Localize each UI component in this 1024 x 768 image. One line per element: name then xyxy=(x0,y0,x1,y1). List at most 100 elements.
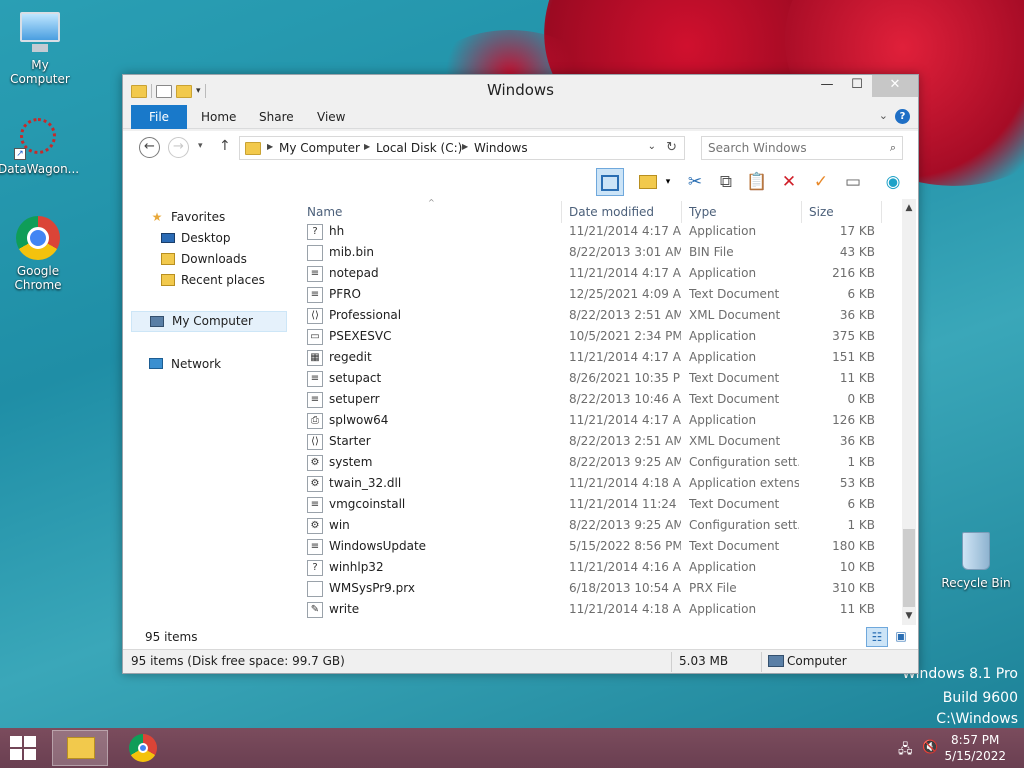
file-row[interactable]: ▦ regedit 11/21/2014 4:17 AM Application 151… xyxy=(303,347,883,368)
cut-button[interactable]: ✂ xyxy=(681,168,709,196)
tab-file[interactable]: File xyxy=(131,105,187,129)
folder-check-icon xyxy=(639,175,657,189)
search-input[interactable] xyxy=(708,140,878,156)
copy-button[interactable]: ⧉ xyxy=(712,168,740,196)
details-view-icon: ☷ xyxy=(871,630,883,644)
file-row[interactable]: ⚙ system 8/22/2013 9:25 AM Configuration se… xyxy=(303,452,883,473)
apply-button[interactable]: ✓ xyxy=(807,168,835,196)
folder-options-button[interactable] xyxy=(634,168,662,196)
search-icon[interactable]: ⌕ xyxy=(890,141,896,155)
file-date-modified: 8/22/2013 9:25 AM xyxy=(569,518,681,532)
taskbar-google-chrome[interactable] xyxy=(115,730,171,766)
scroll-down-arrow-icon[interactable]: ▼ xyxy=(902,609,916,623)
file-row[interactable]: ? hh 11/21/2014 4:17 AM Application 17 KB xyxy=(303,221,883,242)
file-size: 126 KB xyxy=(832,413,875,427)
file-row[interactable]: ⎙ splwow64 11/21/2014 4:17 AM Application 12… xyxy=(303,410,883,431)
breadcrumb-separator-icon[interactable]: ▶ xyxy=(267,142,273,151)
column-header-type[interactable]: Type xyxy=(689,201,717,223)
breadcrumb-windows[interactable]: Windows xyxy=(474,141,528,155)
close-button[interactable]: ✕ xyxy=(872,75,918,97)
nav-network[interactable]: Network xyxy=(123,354,289,375)
column-header-size[interactable]: Size xyxy=(809,201,834,223)
file-row[interactable]: ≡ notepad 11/21/2014 4:17 AM Application 216… xyxy=(303,263,883,284)
file-row[interactable]: ▭ PSEXESVC 10/5/2021 2:34 PM Application 375… xyxy=(303,326,883,347)
recent-locations-chevron-icon[interactable]: ▾ xyxy=(198,141,203,151)
paste-button[interactable]: 📋 xyxy=(743,168,771,196)
file-row[interactable]: ⚙ win 8/22/2013 9:25 AM Configuration sett.… xyxy=(303,515,883,536)
file-row[interactable]: ⟨⟩ Starter 8/22/2013 2:51 AM XML Document 36… xyxy=(303,431,883,452)
scroll-up-arrow-icon[interactable]: ▲ xyxy=(902,201,916,215)
large-icons-view-icon: ▣ xyxy=(895,629,907,643)
vertical-scrollbar[interactable]: ▲ ▼ xyxy=(902,199,916,625)
taskbar-file-explorer[interactable] xyxy=(52,730,108,766)
globe-button[interactable]: ◉ xyxy=(879,168,907,196)
nav-recent-places[interactable]: Recent places xyxy=(123,270,289,291)
file-row[interactable]: ≡ setuperr 8/22/2013 10:46 AM Text Document… xyxy=(303,389,883,410)
minimize-button[interactable]: — xyxy=(812,75,842,97)
start-button[interactable] xyxy=(10,736,36,760)
file-date-modified: 11/21/2014 4:16 AM xyxy=(569,560,681,574)
nav-desktop[interactable]: Desktop xyxy=(123,228,289,249)
desktop-icon-my-computer[interactable]: My Computer xyxy=(0,8,80,86)
file-size: 36 KB xyxy=(839,434,875,448)
file-date-modified: 8/22/2013 3:01 AM xyxy=(569,245,681,259)
help-icon[interactable]: ? xyxy=(895,109,910,124)
file-row[interactable]: ⚙ twain_32.dll 11/21/2014 4:18 AM Applicati… xyxy=(303,473,883,494)
nav-favorites[interactable]: ★ Favorites xyxy=(123,207,289,228)
volume-muted-icon[interactable]: 🔇 xyxy=(922,740,938,755)
clipboard-icon: 📋 xyxy=(746,172,768,192)
windows-logo-icon xyxy=(10,736,22,747)
title-bar[interactable]: ▾ Windows — ☐ ✕ xyxy=(123,75,918,105)
file-row[interactable]: ≡ vmgcoinstall 11/21/2014 11:24 ... Text Do… xyxy=(303,494,883,515)
folder-options-chevron-icon[interactable]: ▾ xyxy=(661,168,675,196)
forward-button[interactable]: → xyxy=(168,137,189,158)
desktop-icon-datawagon[interactable]: ↗ DataWagon... xyxy=(0,112,79,176)
maximize-button[interactable]: ☐ xyxy=(842,75,872,97)
help-app-icon: ? xyxy=(307,224,323,240)
file-explorer-icon xyxy=(67,737,95,759)
back-button[interactable]: ← xyxy=(139,137,160,158)
network-status-icon[interactable]: 🖧 xyxy=(898,740,913,762)
file-row[interactable]: WMSysPr9.prx 6/18/2013 10:54 AM PRX File 31… xyxy=(303,578,883,599)
tab-share[interactable]: Share xyxy=(259,105,294,129)
file-row[interactable]: mib.bin 8/22/2013 3:01 AM BIN File 43 KB xyxy=(303,242,883,263)
refresh-icon[interactable]: ↻ xyxy=(666,140,677,155)
file-row[interactable]: ≡ WindowsUpdate 5/15/2022 8:56 PM Text Docu… xyxy=(303,536,883,557)
system-clock[interactable]: 8:57 PM 5/15/2022 xyxy=(944,732,1006,764)
desktop-icon-recycle-bin[interactable]: Recycle Bin xyxy=(936,526,1016,590)
copy-icon: ⧉ xyxy=(719,172,733,192)
delete-button[interactable]: ✕ xyxy=(775,168,803,196)
search-box[interactable]: ⌕ xyxy=(701,136,903,160)
expand-ribbon-chevron-icon[interactable]: ⌄ xyxy=(879,109,888,122)
breadcrumb-separator-icon[interactable]: ▶ xyxy=(364,142,370,151)
nav-downloads[interactable]: Downloads xyxy=(123,249,289,270)
status-location: Computer xyxy=(787,654,847,668)
tab-home[interactable]: Home xyxy=(201,105,236,129)
breadcrumb-separator-icon[interactable]: ▶ xyxy=(462,142,468,151)
scrollbar-thumb[interactable] xyxy=(903,529,915,607)
file-name: Starter xyxy=(329,434,371,448)
preview-pane-button[interactable] xyxy=(596,168,624,196)
column-header-date-modified[interactable]: Date modified xyxy=(569,201,654,223)
address-bar[interactable]: ▶ My Computer ▶ Local Disk (C:) ▶ Window… xyxy=(239,136,685,160)
tab-view[interactable]: View xyxy=(317,105,345,129)
file-row[interactable]: ⟨⟩ Professional 8/22/2013 2:51 AM XML Docum… xyxy=(303,305,883,326)
file-row[interactable]: ✎ write 11/21/2014 4:18 AM Application 11 KB xyxy=(303,599,883,620)
rename-button[interactable]: ▭ xyxy=(839,168,867,196)
column-header-name[interactable]: Name xyxy=(307,201,342,223)
file-date-modified: 11/21/2014 11:24 ... xyxy=(569,497,681,511)
nav-my-computer[interactable]: My Computer xyxy=(131,311,287,332)
large-icons-view-button[interactable]: ▣ xyxy=(890,627,912,647)
address-dropdown-chevron-icon[interactable]: ⌄ xyxy=(648,141,656,152)
desktop-icon-google-chrome[interactable]: Google Chrome xyxy=(0,214,78,292)
file-type: Text Document xyxy=(689,287,780,301)
up-button[interactable]: ↑ xyxy=(219,138,231,154)
file-name: system xyxy=(329,455,373,469)
breadcrumb-local-disk[interactable]: Local Disk (C:) xyxy=(376,141,462,155)
ribbon-tabs: File Home Share View ⌄ ? xyxy=(123,105,918,129)
details-view-button[interactable]: ☷ xyxy=(866,627,888,647)
file-row[interactable]: ≡ setupact 8/26/2021 10:35 PM Text Document… xyxy=(303,368,883,389)
breadcrumb-my-computer[interactable]: My Computer xyxy=(279,141,360,155)
file-row[interactable]: ? winhlp32 11/21/2014 4:16 AM Application 10… xyxy=(303,557,883,578)
file-row[interactable]: ≡ PFRO 12/25/2021 4:09 AM Text Document 6 KB xyxy=(303,284,883,305)
